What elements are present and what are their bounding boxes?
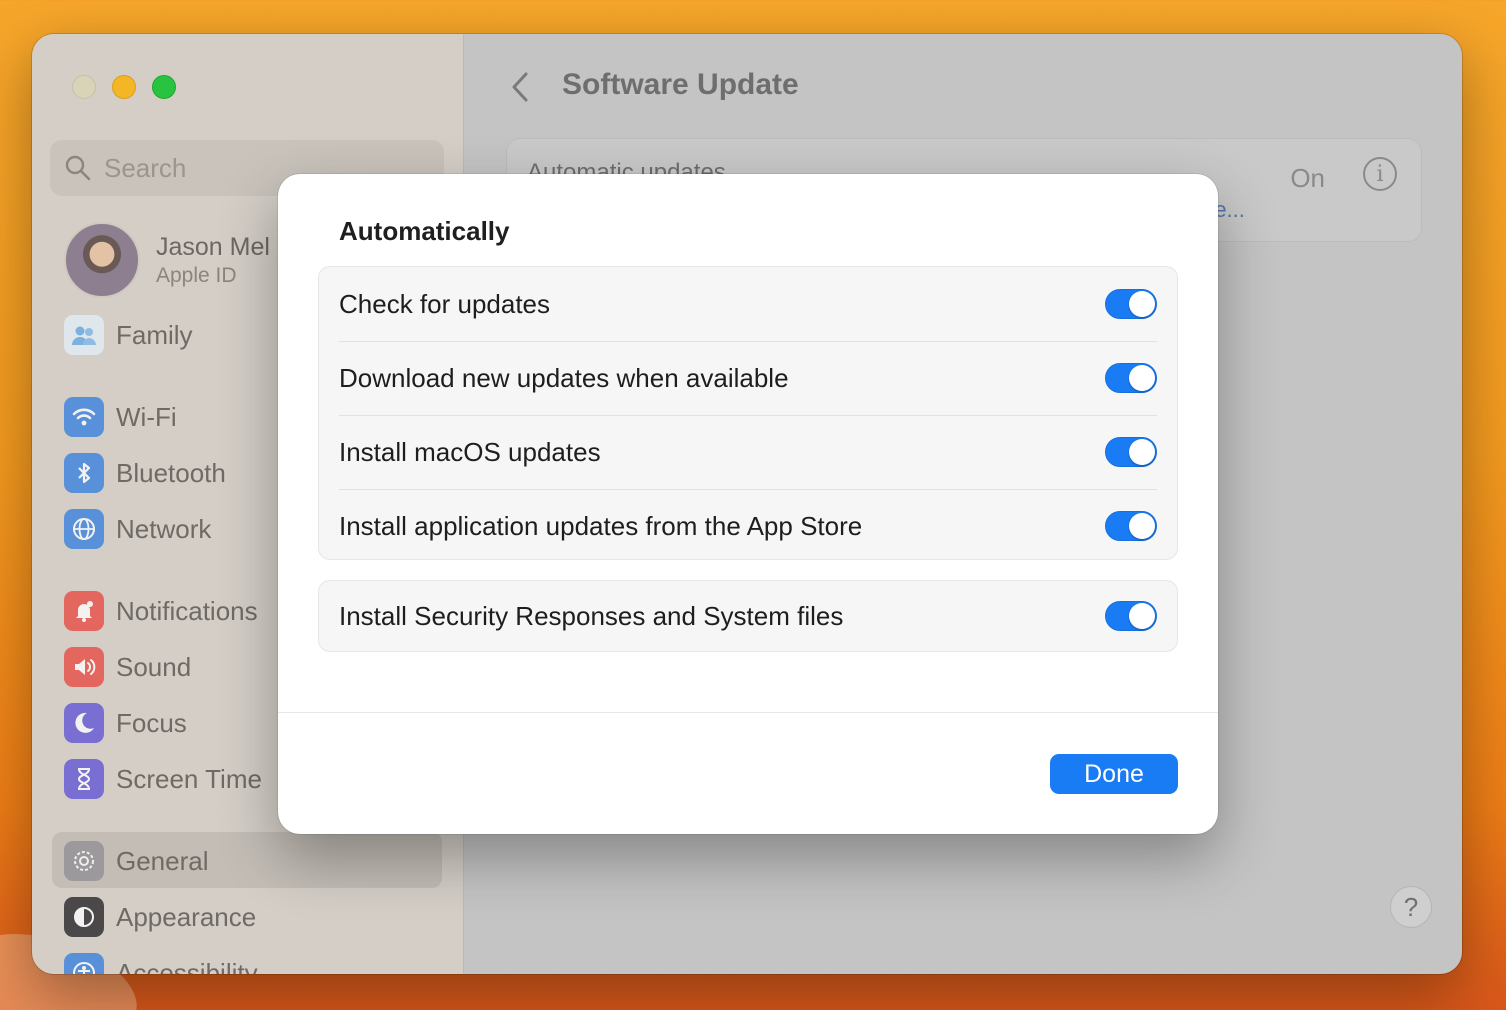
list-item: Download new updates when available — [319, 341, 1177, 415]
sidebar-item-appearance[interactable]: Appearance — [64, 895, 256, 939]
option-label: Install Security Responses and System fi… — [339, 600, 844, 631]
option-label: Download new updates when available — [339, 362, 789, 393]
sidebar-item-focus[interactable]: Focus — [64, 701, 187, 745]
list-item: Install macOS updates — [319, 415, 1177, 489]
sidebar-item-label: Bluetooth — [116, 457, 226, 488]
security-options-group: Install Security Responses and System fi… — [318, 580, 1178, 652]
list-item: Install application updates from the App… — [319, 489, 1177, 563]
bell-icon — [64, 591, 104, 631]
maximize-window-button[interactable] — [152, 75, 176, 99]
install-app-updates-toggle[interactable] — [1105, 511, 1157, 541]
divider — [278, 712, 1218, 713]
speaker-icon — [64, 647, 104, 687]
list-item: Check for updates — [319, 267, 1177, 341]
automatic-updates-status: On — [1290, 163, 1325, 193]
download-updates-toggle[interactable] — [1105, 363, 1157, 393]
search-icon — [65, 155, 91, 181]
globe-icon — [64, 509, 104, 549]
appearance-icon — [64, 897, 104, 937]
moon-icon — [64, 703, 104, 743]
sidebar-item-label: Accessibility — [116, 957, 258, 975]
option-label: Install macOS updates — [339, 436, 601, 467]
back-chevron-icon[interactable] — [506, 70, 534, 104]
sidebar-item-accessibility[interactable]: Accessibility — [64, 951, 258, 974]
sidebar-item-label: Network — [116, 513, 212, 544]
sidebar-item-bluetooth[interactable]: Bluetooth — [64, 451, 226, 495]
sidebar-item-label: Family — [116, 319, 193, 350]
sidebar-item-label: General — [116, 845, 209, 876]
sidebar-item-label: Screen Time — [116, 763, 262, 794]
check-for-updates-toggle[interactable] — [1105, 289, 1157, 319]
sidebar-item-wifi[interactable]: Wi-Fi — [64, 395, 177, 439]
apple-id-profile[interactable]: Jason Mel Apple ID — [64, 222, 270, 298]
sidebar-item-label: Sound — [116, 651, 192, 682]
close-window-button[interactable] — [72, 75, 96, 99]
family-icon — [64, 315, 104, 355]
automatic-updates-sheet: Automatically Check for updates Download… — [278, 174, 1218, 834]
profile-name: Jason Mel — [156, 232, 270, 261]
bluetooth-icon — [64, 453, 104, 493]
accessibility-icon — [64, 953, 104, 974]
sidebar-item-label: Wi-Fi — [116, 401, 177, 432]
option-label: Install application updates from the App… — [339, 510, 863, 541]
option-label: Check for updates — [339, 288, 551, 319]
list-item: Install Security Responses and System fi… — [319, 581, 1177, 651]
sidebar-item-label: Focus — [116, 707, 187, 738]
minimize-window-button[interactable] — [112, 75, 136, 99]
sidebar-item-sound[interactable]: Sound — [64, 645, 191, 689]
profile-subtitle: Apple ID — [156, 263, 237, 287]
avatar — [64, 222, 140, 298]
sidebar-item-general[interactable]: General — [64, 839, 209, 883]
gear-icon — [64, 841, 104, 881]
hourglass-icon — [64, 759, 104, 799]
update-options-group: Check for updates Download new updates w… — [318, 266, 1178, 560]
sheet-heading: Automatically — [339, 216, 510, 246]
sidebar-item-label: Appearance — [116, 901, 257, 932]
help-button[interactable]: ? — [1390, 886, 1432, 928]
page-title: Software Update — [562, 68, 799, 101]
sidebar-item-label: Notifications — [116, 595, 258, 626]
wifi-icon — [64, 397, 104, 437]
info-icon[interactable]: i — [1363, 157, 1397, 191]
sidebar-item-family[interactable]: Family — [64, 313, 193, 357]
sidebar-item-notifications[interactable]: Notifications — [64, 589, 258, 633]
sidebar-item-screen-time[interactable]: Screen Time — [64, 757, 262, 801]
done-button[interactable]: Done — [1050, 754, 1178, 794]
install-security-responses-toggle[interactable] — [1105, 601, 1157, 631]
install-macos-updates-toggle[interactable] — [1105, 437, 1157, 467]
window-controls — [72, 75, 176, 99]
sidebar-item-network[interactable]: Network — [64, 507, 211, 551]
